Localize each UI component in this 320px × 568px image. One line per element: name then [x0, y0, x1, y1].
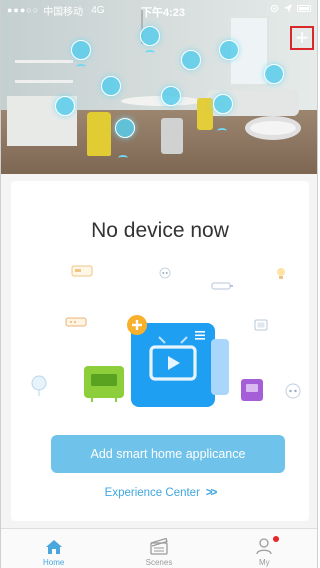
signal-strength: ●●●○○ — [7, 5, 40, 15]
tv-device-icon — [84, 366, 124, 402]
tab-my[interactable]: My — [212, 529, 317, 568]
home-icon — [45, 540, 62, 554]
speaker-icon — [285, 383, 301, 399]
lamp-device-icon — [140, 26, 160, 46]
empty-state-title: No device now — [91, 219, 229, 242]
scenes-icon — [150, 537, 168, 555]
smart-tv-illustration — [127, 315, 229, 407]
carrier-name: 中国移动 — [43, 6, 84, 18]
plug-device-icon — [264, 64, 284, 84]
tab-home[interactable]: Home — [1, 529, 106, 568]
double-chevron-right-icon: >> — [205, 487, 218, 499]
location-icon — [284, 4, 292, 13]
socket-icon — [159, 267, 171, 279]
light-strip-icon — [211, 282, 233, 290]
app-screen: ●●●○○ 中国移动 4G 下午4:23 + No device now Add… — [0, 0, 318, 568]
cloud-device-icon — [219, 40, 239, 60]
speaker-device-icon — [101, 76, 121, 96]
add-appliance-button[interactable]: Add smart home applicance — [51, 435, 285, 473]
bulb-icon — [277, 268, 285, 279]
battery-icon — [297, 5, 311, 12]
display-icon — [254, 319, 268, 331]
tab-home-label: Home — [42, 558, 65, 567]
rotation-lock-icon — [270, 4, 279, 13]
sensor-device-icon — [213, 94, 233, 114]
fan-device-icon — [55, 96, 75, 116]
washer-icon — [241, 379, 263, 401]
camera-device-icon — [181, 50, 201, 70]
bottom-tab-bar: Home Scenes My — [1, 528, 317, 568]
robot-device-icon — [115, 118, 135, 138]
tab-my-label: My — [258, 558, 270, 567]
user-icon — [256, 538, 272, 555]
air-conditioner-icon — [71, 265, 93, 277]
smart-home-banner: ●●●○○ 中国移动 4G 下午4:23 + — [1, 0, 317, 174]
empty-state-card: No device now Add smart home applicance — [11, 181, 309, 521]
notification-badge — [272, 536, 279, 542]
balloon-light-icon — [31, 375, 47, 396]
router-icon — [65, 317, 87, 327]
tab-scenes-label: Scenes — [145, 558, 173, 567]
experience-center-link[interactable]: Experience Center >> — [11, 487, 309, 499]
tv-device-icon — [71, 40, 91, 60]
network-type: 4G — [91, 4, 105, 16]
purifier-device-icon — [161, 86, 181, 106]
clock: 下午4:23 — [141, 7, 186, 19]
add-device-button[interactable]: + — [290, 26, 314, 50]
status-bar: ●●●○○ 中国移动 4G 下午4:23 — [1, 0, 317, 20]
tab-scenes[interactable]: Scenes — [106, 529, 211, 568]
experience-center-label: Experience Center — [104, 487, 200, 499]
